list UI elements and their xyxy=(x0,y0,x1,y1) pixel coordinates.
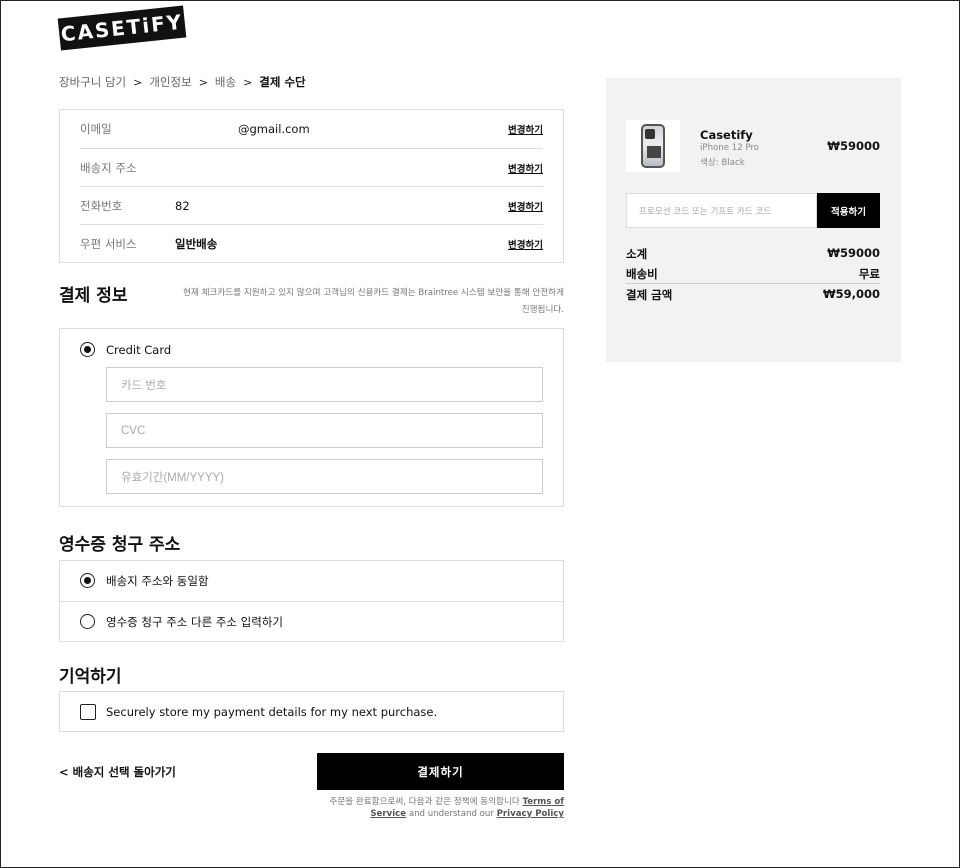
product-thumbnail xyxy=(626,120,680,172)
remember-box: Securely store my payment details for my… xyxy=(59,691,564,732)
info-label: 우편 서비스 xyxy=(80,236,137,251)
info-label: 전화번호 xyxy=(80,198,123,213)
total-label: 결제 금액 xyxy=(626,288,673,302)
billing-options: 배송지 주소와 동일함 영수증 청구 주소 다른 주소 입력하기 xyxy=(59,560,564,642)
order-summary: Casetify iPhone 12 Pro 색상: Black ₩59000 … xyxy=(606,78,901,362)
info-value: @gmail.com xyxy=(238,122,310,136)
card-number-input[interactable]: 카드 번호 xyxy=(106,367,543,402)
breadcrumb-item-cart[interactable]: 장바구니 담기 xyxy=(59,74,126,90)
credit-card-label: Credit Card xyxy=(106,343,172,357)
info-row-email: 이메일 @gmail.com 변경하기 xyxy=(80,110,543,148)
subtotal-row: 소계 ₩59000 xyxy=(626,246,880,262)
shipping-row: 배송비 무료 xyxy=(626,266,880,282)
info-label: 이메일 xyxy=(80,122,112,136)
breadcrumb-separator: > xyxy=(133,75,143,89)
breadcrumb-item-payment: 결제 수단 xyxy=(259,75,306,89)
subtotal-value: ₩59000 xyxy=(827,246,880,260)
info-label: 배송지 주소 xyxy=(80,160,137,175)
info-value: 82 xyxy=(175,198,190,213)
breadcrumb-item-info[interactable]: 개인정보 xyxy=(149,74,191,90)
info-row-address: 배송지 주소 변경하기 xyxy=(80,148,543,186)
billing-option-label: 배송지 주소와 동일함 xyxy=(106,574,209,588)
breadcrumb-item-shipping[interactable]: 배송 xyxy=(215,74,236,90)
summary-divider xyxy=(626,283,880,284)
phone-case-icon xyxy=(641,124,665,168)
breadcrumb: 장바구니 담기 > 개인정보 > 배송 > 결제 수단 xyxy=(59,74,306,90)
breadcrumb-separator: > xyxy=(243,75,253,89)
breadcrumb-separator: > xyxy=(198,75,208,89)
expiry-input[interactable]: 유효기간(MM/YYYY) xyxy=(106,459,543,494)
billing-option-same[interactable]: 배송지 주소와 동일함 xyxy=(60,561,563,601)
product-name: Casetify xyxy=(700,128,753,142)
pay-button[interactable]: 결제하기 xyxy=(317,753,564,790)
credit-card-box: Credit Card 카드 번호 CVC 유효기간(MM/YYYY) xyxy=(59,328,564,507)
apply-promo-button[interactable]: 적용하기 xyxy=(817,193,880,228)
privacy-policy-link[interactable]: Privacy Policy xyxy=(497,809,564,819)
back-to-shipping-link[interactable]: < 배송지 선택 돌아가기 xyxy=(59,764,176,780)
billing-same-radio[interactable] xyxy=(80,573,95,588)
total-row: 결제 금액 ₩59,000 xyxy=(626,287,880,303)
payment-note: 현재 체크카드를 지원하고 있지 않으며 고객님의 신용카드 결제는 Brain… xyxy=(183,288,564,315)
billing-option-different[interactable]: 영수증 청구 주소 다른 주소 입력하기 xyxy=(60,601,563,641)
terms-text: 주문을 완료함으로써, 다음과 같은 정책에 동의합니다 Terms of Se… xyxy=(300,796,564,820)
product-price: ₩59000 xyxy=(827,139,880,153)
promo-code-input[interactable]: 프로모션 코드 또는 기프트 카드 코드 xyxy=(626,193,817,228)
product-model: iPhone 12 Pro xyxy=(700,143,760,153)
billing-different-radio[interactable] xyxy=(80,614,95,629)
total-value: ₩59,000 xyxy=(822,287,880,301)
change-address-link[interactable]: 변경하기 xyxy=(508,161,543,175)
payment-title: 결제 정보 xyxy=(59,286,128,306)
billing-title: 영수증 청구 주소 xyxy=(59,535,181,555)
shipping-value: 무료 xyxy=(858,267,880,281)
store-payment-label: Securely store my payment details for my… xyxy=(106,705,438,719)
cvc-input[interactable]: CVC xyxy=(106,413,543,448)
change-email-link[interactable]: 변경하기 xyxy=(508,122,543,136)
terms-mid: and understand our xyxy=(408,809,494,819)
change-shipping-link[interactable]: 변경하기 xyxy=(508,237,543,251)
change-phone-link[interactable]: 변경하기 xyxy=(508,199,543,213)
remember-title: 기억하기 xyxy=(59,667,122,687)
info-row-shipping-service: 우편 서비스 일반배송 변경하기 xyxy=(80,224,543,262)
shipping-label: 배송비 xyxy=(626,267,658,281)
order-info-box: 이메일 @gmail.com 변경하기 배송지 주소 변경하기 전화번호 82 … xyxy=(59,109,564,263)
billing-option-label: 영수증 청구 주소 다른 주소 입력하기 xyxy=(106,614,283,629)
store-payment-checkbox[interactable] xyxy=(80,704,96,720)
credit-card-radio[interactable] xyxy=(80,342,95,357)
info-row-phone: 전화번호 82 변경하기 xyxy=(80,186,543,224)
subtotal-label: 소계 xyxy=(626,247,648,261)
terms-prefix: 주문을 완료함으로써, 다음과 같은 정책에 동의합니다 xyxy=(329,797,520,807)
product-color: 색상: Black xyxy=(700,158,745,168)
info-value: 일반배송 xyxy=(175,236,218,251)
